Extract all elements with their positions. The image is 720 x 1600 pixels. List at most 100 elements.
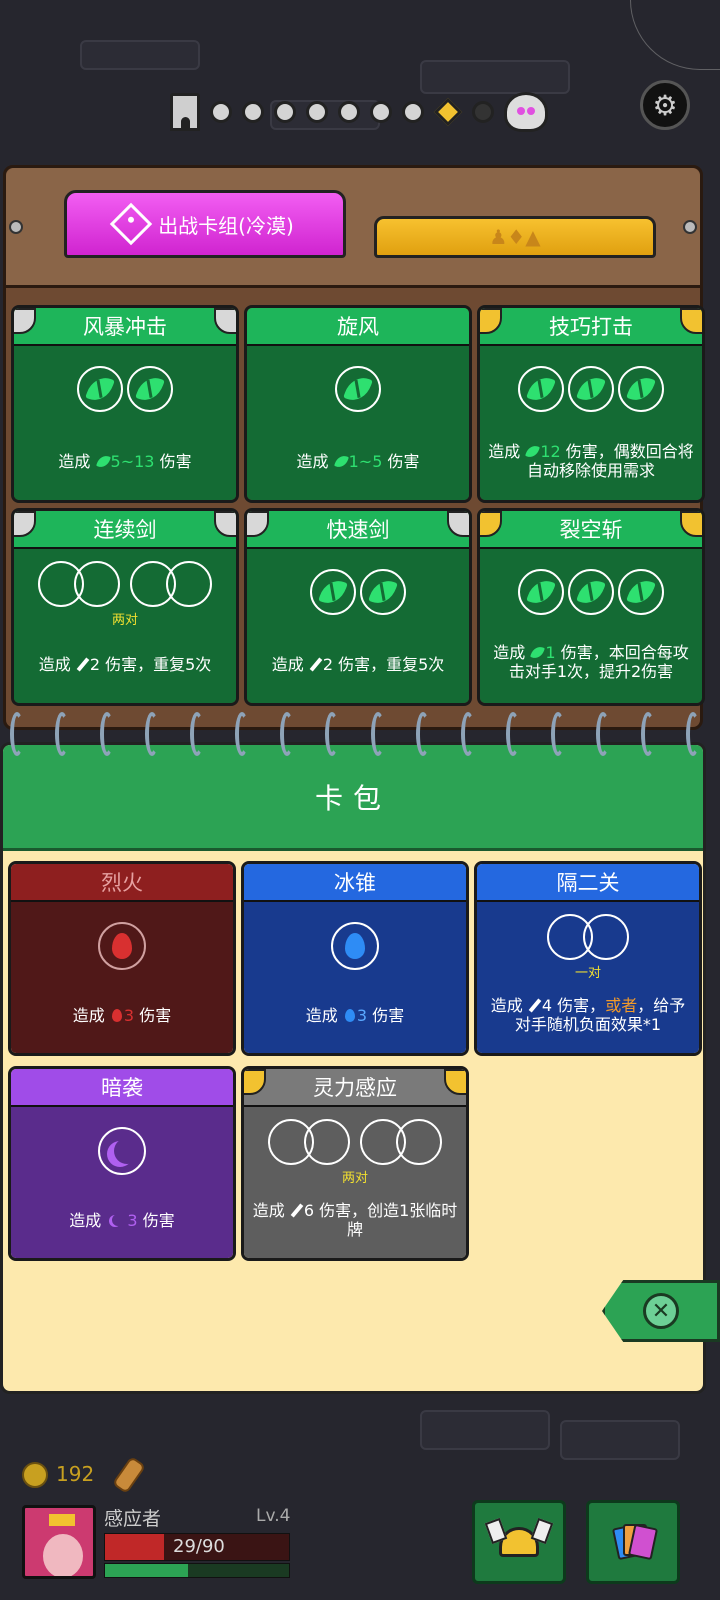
pack-card[interactable]: 隔二关 一对 造成 4 伤害，或者，给予对手随机负面效果*1 <box>474 861 702 1056</box>
desc-suffix: 伤害 <box>159 452 192 471</box>
leaf-icon <box>530 644 546 661</box>
pack-card[interactable]: 冰锥 造成 3 伤害 <box>241 861 469 1056</box>
card-pack-grid: 烈火 造成 3 伤害 冰锥 造成 3 伤害 隔二关 一对 造成 4 伤害，或者，… <box>8 861 703 1261</box>
deck-card[interactable]: 旋风 造成 1~5 伤害 <box>244 305 472 503</box>
binder-ring <box>55 712 70 756</box>
leaf-icon <box>368 576 398 608</box>
pack-card[interactable]: 灵力感应 两对 造成 6 伤害，创造1张临时牌 <box>241 1066 469 1261</box>
leaf-icon <box>576 373 606 405</box>
dice-slots <box>480 366 702 412</box>
pair-slot <box>360 1119 442 1165</box>
deck-card[interactable]: 技巧打击 造成 12 伤害，偶数回合将自动移除使用需求 <box>477 305 705 503</box>
dice-slots <box>480 569 702 615</box>
damage-value: 3 <box>123 1006 135 1025</box>
ring <box>396 1119 442 1165</box>
card-body: 两对 造成 2 伤害，重复5次 <box>14 549 236 703</box>
desc-prefix: 造成 <box>69 1211 102 1230</box>
background-brick <box>80 40 200 70</box>
damage-value: 5~13 <box>110 452 155 471</box>
leaf-slot <box>310 569 356 615</box>
leaf-icon <box>525 443 541 460</box>
binder-ring <box>280 712 295 756</box>
crown-icon <box>49 1514 75 1526</box>
current-node-diamond-icon <box>433 97 463 127</box>
dice-slots <box>14 366 236 412</box>
leaf-slot <box>127 366 173 412</box>
card-title: 旋风 <box>247 308 469 346</box>
desc-prefix: 造成 <box>72 1006 105 1025</box>
progress-node <box>472 101 494 123</box>
leaf-icon <box>526 373 556 405</box>
pair-slot <box>268 1119 350 1165</box>
card-body: 造成 1~5 伤害 <box>247 346 469 500</box>
ring <box>583 914 629 960</box>
progress-node <box>210 101 232 123</box>
card-title: 裂空斩 <box>480 511 702 549</box>
close-icon: ✕ <box>643 1293 679 1329</box>
deck-card[interactable]: 裂空斩 造成 1 伤害，本回合每攻击对手1次，提升2伤害 <box>477 508 705 706</box>
deck-button[interactable] <box>586 1500 680 1584</box>
progress-node <box>370 101 392 123</box>
binder-ring <box>145 712 160 756</box>
card-description: 造成 3 伤害 <box>17 1006 227 1025</box>
desc-suffix: 伤害，创造1张临时牌 <box>319 1201 458 1239</box>
hero-face <box>43 1534 83 1576</box>
pack-card[interactable]: 暗袭 造成 3 伤害 <box>8 1066 236 1261</box>
binder-ring <box>550 712 565 756</box>
moon-slot <box>98 1127 146 1175</box>
card-description: 造成 2 伤害，重复5次 <box>20 655 230 674</box>
card-body: 一对 造成 4 伤害，或者，给予对手随机负面效果*1 <box>477 902 699 1053</box>
scroll-icon[interactable] <box>111 1455 147 1495</box>
leaf-icon <box>318 576 348 608</box>
damage-value: 4 <box>541 996 553 1015</box>
fire-slot <box>98 922 146 970</box>
water-drop-icon <box>344 1009 355 1022</box>
tab-battle-deck[interactable]: 出战卡组(冷漠) <box>64 190 346 258</box>
moon-icon <box>114 1138 140 1164</box>
card-title: 冰锥 <box>244 864 466 902</box>
level-progress <box>170 88 548 136</box>
card-pack-panel: 卡包 烈火 造成 3 伤害 冰锥 造成 3 伤害 隔二关 一对 造成 4 伤害，… <box>0 742 706 1394</box>
damage-value: 6 <box>303 1201 314 1220</box>
desc-or: 或者 <box>605 996 638 1015</box>
damage-value: 1 <box>545 643 556 662</box>
water-drop-icon <box>345 933 365 959</box>
deck-card[interactable]: 快速剑 造成 2 伤害，重复5次 <box>244 508 472 706</box>
dice-slots <box>244 922 466 970</box>
background-brick <box>420 1410 550 1450</box>
tab-battle-deck-label: 出战卡组(冷漠) <box>158 213 294 238</box>
xp-bar <box>104 1563 290 1578</box>
close-pack-button[interactable]: ✕ <box>602 1280 720 1342</box>
damage-value: 12 <box>540 442 561 461</box>
settings-gear-icon[interactable]: ⚙ <box>640 80 690 130</box>
progress-node <box>242 101 264 123</box>
card-title: 技巧打击 <box>480 308 702 346</box>
pack-card[interactable]: 烈火 造成 3 伤害 <box>8 861 236 1056</box>
hero-level: Lv.4 <box>256 1506 291 1526</box>
card-description: 造成 1~5 伤害 <box>253 452 463 471</box>
binder-ring <box>190 712 205 756</box>
spider-web <box>630 0 720 70</box>
card-description: 造成 5~13 伤害 <box>20 452 230 471</box>
damage-value: 1~5 <box>348 452 383 471</box>
card-title: 隔二关 <box>477 864 699 902</box>
damage-value: 3 <box>356 1006 368 1025</box>
sword-icon <box>528 998 542 1013</box>
card-body: 造成 2 伤害，重复5次 <box>247 549 469 703</box>
equipment-button[interactable] <box>472 1500 566 1584</box>
pair-group <box>38 561 212 607</box>
tab-other-deck[interactable]: ♟♦▲ <box>374 216 656 258</box>
deck-card[interactable]: 连续剑 两对 造成 2 伤害，重复5次 <box>11 508 239 706</box>
card-description: 造成 2 伤害，重复5次 <box>253 655 463 674</box>
leaf-icon <box>85 373 115 405</box>
progress-node <box>338 101 360 123</box>
pair-label: 一对 <box>574 966 601 981</box>
hero-avatar[interactable] <box>22 1505 96 1579</box>
desc-suffix: 伤害，重复5次 <box>105 655 212 674</box>
card-title: 暗袭 <box>11 1069 233 1107</box>
leaf-slot <box>518 366 564 412</box>
desc-prefix: 造成 <box>296 452 329 471</box>
moon-icon <box>112 1214 124 1226</box>
deck-board: 出战卡组(冷漠) ♟♦▲ 风暴冲击 造成 5~13 伤害 旋风 造成 1~5 伤… <box>3 165 705 730</box>
deck-card[interactable]: 风暴冲击 造成 5~13 伤害 <box>11 305 239 503</box>
